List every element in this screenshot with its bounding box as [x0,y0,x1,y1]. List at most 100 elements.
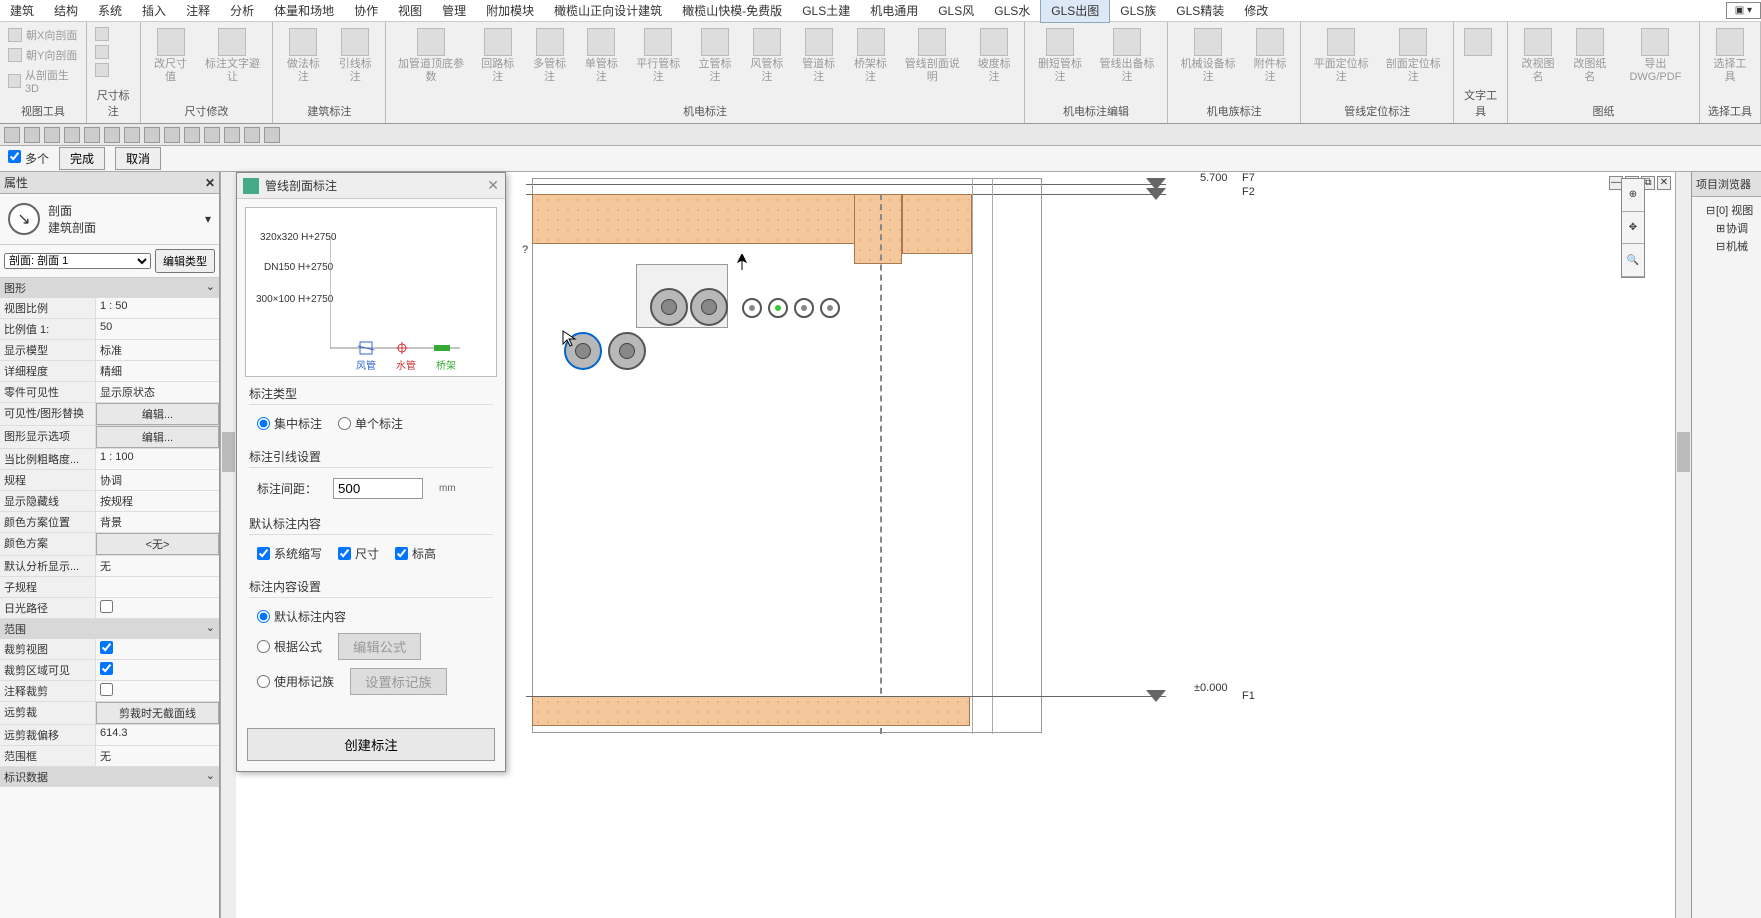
ribbon-btn[interactable]: 加管道顶底参数 [392,26,470,86]
menu-item[interactable]: GLS精装 [1166,0,1234,22]
ribbon-btn[interactable]: 改视图名 [1514,26,1562,86]
props-checkbox[interactable] [100,683,113,696]
props-value[interactable]: 无 [96,746,219,766]
menu-item[interactable]: 管理 [432,0,476,22]
menu-item[interactable]: 橄榄山正向设计建筑 [544,0,672,22]
props-checkbox[interactable] [100,600,113,613]
ribbon-btn[interactable] [93,26,111,42]
ribbon-btn[interactable]: 平面定位标注 [1307,26,1375,86]
props-value[interactable] [96,681,219,701]
ribbon-btn[interactable]: 从剖面生3D [6,66,80,96]
menu-item-active[interactable]: GLS出图 [1040,0,1110,23]
radio-default-content[interactable]: 默认标注内容 [257,608,346,625]
menu-item[interactable]: GLS族 [1110,0,1166,22]
props-checkbox[interactable] [100,662,113,675]
menu-item[interactable]: 建筑 [0,0,44,22]
spacing-input[interactable] [333,478,423,499]
ribbon-btn[interactable]: 平行管标注 [629,26,687,86]
ribbon-btn[interactable]: 朝Y向剖面 [6,46,80,64]
props-section-header[interactable]: 标识数据⌄ [0,767,219,787]
props-value[interactable]: 编辑... [96,403,219,425]
ribbon-btn[interactable]: 导出DWG/PDF [1618,26,1693,86]
qat-btn[interactable] [244,127,260,143]
ribbon-btn[interactable]: 做法标注 [279,26,327,86]
crop-region[interactable] [532,178,1042,733]
qat-dropdown-icon[interactable] [264,127,280,143]
canvas-scrollbar[interactable] [1675,172,1691,918]
pipe-section[interactable] [608,332,646,370]
ribbon-btn[interactable]: 回路标注 [474,26,522,86]
props-value[interactable] [96,660,219,680]
ribbon-btn[interactable]: 管道标注 [795,26,843,86]
check-size[interactable]: 尺寸 [338,545,379,562]
menu-item[interactable]: 修改 [1234,0,1278,22]
props-value[interactable]: 显示原状态 [96,382,219,402]
props-value[interactable]: 1 : 50 [96,298,219,318]
qat-save-icon[interactable] [4,127,20,143]
props-value[interactable]: 编辑... [96,426,219,448]
radio-formula[interactable]: 根据公式 [257,638,322,655]
close-icon[interactable]: ✕ [487,177,499,194]
radio-single[interactable]: 单个标注 [338,415,403,432]
ribbon-btn[interactable] [93,44,111,60]
ribbon-btn[interactable]: 风管标注 [743,26,791,86]
menu-item[interactable]: 结构 [44,0,88,22]
qat-btn[interactable] [224,127,240,143]
ribbon-btn[interactable]: 改图纸名 [1566,26,1614,86]
close-icon[interactable]: ✕ [205,176,215,190]
ribbon-btn[interactable]: 管线剖面说明 [898,26,966,86]
props-value[interactable]: 614.3 [96,725,219,745]
ribbon-btn[interactable]: 朝X向剖面 [6,26,80,44]
props-section-header[interactable]: 图形⌄ [0,278,219,298]
create-tag-button[interactable]: 创建标注 [247,728,495,761]
pipe-section[interactable] [650,288,688,326]
qat-btn[interactable] [64,127,80,143]
menu-item[interactable]: 体量和场地 [264,0,344,22]
ribbon-btn[interactable]: 改尺寸值 [147,26,195,86]
check-system[interactable]: 系统缩写 [257,545,322,562]
pipe-section[interactable] [690,288,728,326]
menu-item[interactable]: GLS水 [984,0,1040,22]
menu-item[interactable]: 系统 [88,0,132,22]
ribbon-btn[interactable]: 管线出备标注 [1093,26,1161,86]
type-selector[interactable]: 剖面 建筑剖面 ▾ [0,194,219,245]
qat-btn[interactable] [84,127,100,143]
ribbon-btn[interactable]: 标注文字避让 [199,26,267,86]
props-value[interactable]: 1 : 100 [96,449,219,469]
qat-btn[interactable] [184,127,200,143]
ribbon-btn[interactable]: 坡度标注 [970,26,1018,86]
qat-btn[interactable] [144,127,160,143]
pipe-small[interactable] [742,298,762,318]
props-value[interactable]: 背景 [96,512,219,532]
ribbon-btn[interactable]: 立管标注 [691,26,739,86]
edit-type-button[interactable]: 编辑类型 [155,249,215,273]
ribbon-btn[interactable]: 多管标注 [526,26,574,86]
menu-item[interactable]: GLS土建 [792,0,860,22]
radio-tag-family[interactable]: 使用标记族 [257,673,334,690]
props-checkbox[interactable] [100,641,113,654]
menu-item[interactable]: 分析 [220,0,264,22]
ribbon-btn[interactable]: 引线标注 [331,26,379,86]
props-value[interactable]: <无> [96,533,219,555]
props-value[interactable] [96,639,219,659]
instance-selector[interactable]: 剖面: 剖面 1 [4,253,151,269]
props-value[interactable]: 标准 [96,340,219,360]
qat-btn[interactable] [124,127,140,143]
tree-item[interactable]: ⊟机械 [1696,237,1757,255]
props-value[interactable]: 按规程 [96,491,219,511]
ribbon-btn[interactable]: 机械设备标注 [1174,26,1242,86]
ribbon-btn[interactable]: 附件标注 [1246,26,1294,86]
menu-item[interactable]: 附加模块 [476,0,544,22]
option-multiple[interactable]: 多个 [8,150,49,167]
properties-scrollbar[interactable] [220,172,236,918]
qat-btn[interactable] [164,127,180,143]
qat-redo-icon[interactable] [44,127,60,143]
ribbon-btn[interactable]: 选择工具 [1706,26,1754,86]
pipe-small[interactable] [820,298,840,318]
ribbon-btn[interactable]: 删短管标注 [1031,26,1089,86]
qat-undo-icon[interactable] [24,127,40,143]
menu-item[interactable]: 橄榄山快模-免费版 [672,0,792,22]
ribbon-btn[interactable]: 单管标注 [578,26,626,86]
ribbon-expand-toggle[interactable]: ▣ ▾ [1726,2,1761,19]
menu-item[interactable]: 注释 [176,0,220,22]
